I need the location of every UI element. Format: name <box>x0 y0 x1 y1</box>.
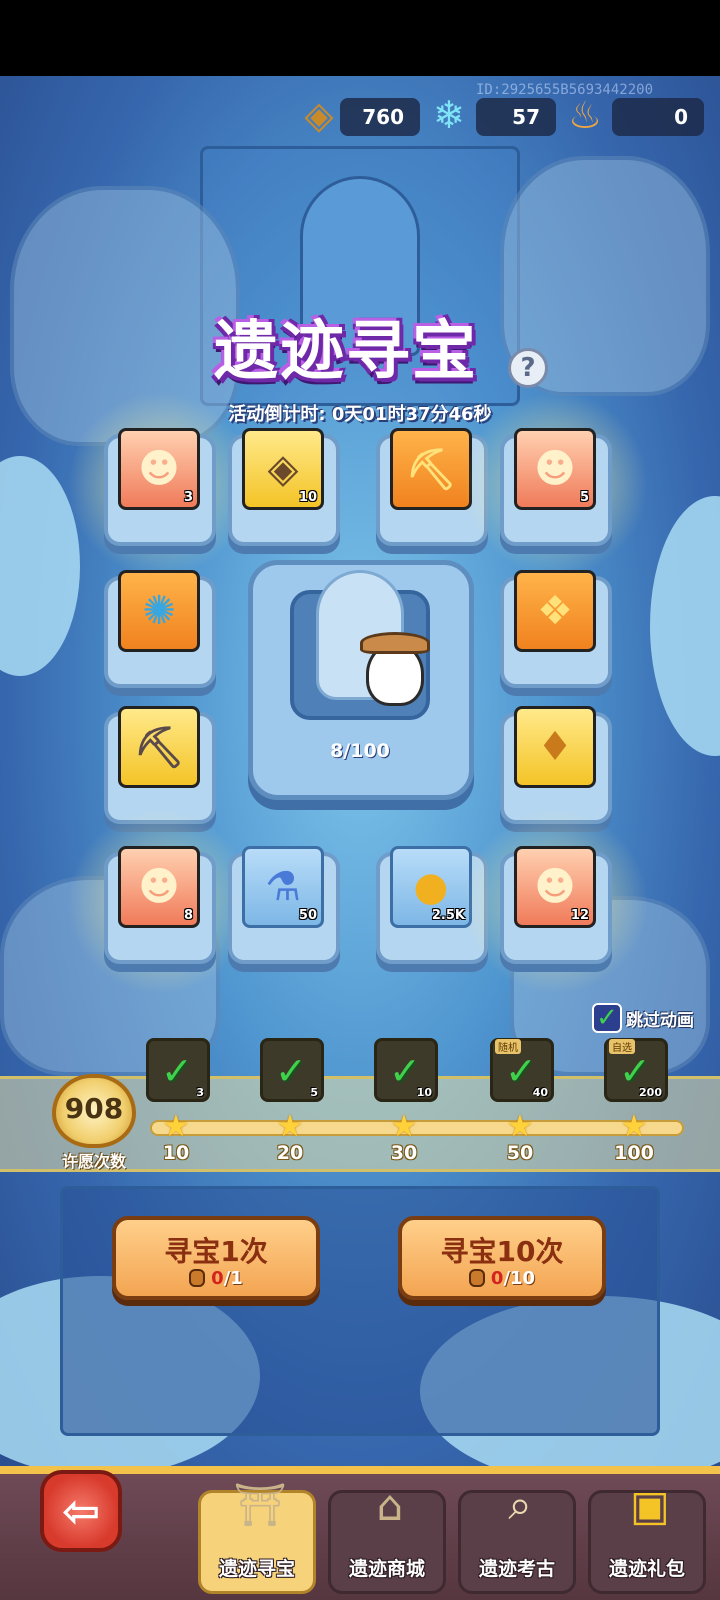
crystal-plus-icon[interactable]: ❄ <box>422 88 476 142</box>
wish-count: 908 <box>64 1092 124 1125</box>
reward-hero-shard[interactable]: ☻ 8 <box>118 846 200 928</box>
milestone-reward-count: 5 <box>310 1086 318 1099</box>
gold-bag-icon: ♦ <box>537 724 573 770</box>
status-bar <box>0 0 720 76</box>
tab-label: 遗迹商城 <box>348 1558 425 1580</box>
reward-pickaxe-iron[interactable]: ⛏ <box>118 706 200 788</box>
tab-treasure[interactable]: ⛩ 遗迹寻宝 <box>198 1480 316 1594</box>
milestone-star-icon: ★ <box>162 1109 190 1144</box>
milestone-threshold: 20 <box>276 1142 304 1164</box>
check-mark-icon: ✓ <box>389 1049 421 1093</box>
reward-hero-shard[interactable]: ☻ 5 <box>514 428 596 510</box>
milestone-star-icon: ★ <box>276 1109 304 1144</box>
milestone-reward-count: 40 <box>532 1086 548 1099</box>
cost-have: 0 <box>490 1268 504 1289</box>
button-label: 寻宝10次 <box>440 1235 564 1268</box>
potion-bottle-icon: ⚗ <box>265 864 301 910</box>
tab-gift[interactable]: ▣ 遗迹礼包 <box>588 1481 706 1594</box>
milestone-chest[interactable]: 自选 ✓ 200 <box>604 1038 668 1102</box>
treasure-hunt-1-button[interactable]: 寻宝1次 0/1 <box>112 1216 320 1300</box>
check-mark-icon: ✓ <box>275 1049 307 1093</box>
event-title: 遗迹寻宝 <box>214 315 478 389</box>
question-mark-icon[interactable]: ? <box>508 348 548 388</box>
treasure-pile-icon: ❖ <box>537 588 573 634</box>
hero-portrait-icon: ☻ <box>534 446 576 492</box>
checkbox-checked-icon[interactable]: ✓ <box>592 1003 622 1033</box>
reward-count: 5 <box>579 490 589 505</box>
resource-value: 760 <box>362 105 404 129</box>
milestone-star-icon: ★ <box>620 1109 648 1144</box>
reward-hero-shard[interactable]: ☻ 12 <box>514 846 596 928</box>
reward-hero-shard[interactable]: ☻ 3 <box>118 428 200 510</box>
milestone-chest[interactable]: 随机 ✓ 40 <box>490 1038 554 1102</box>
check-mark-icon: ✓ <box>505 1049 537 1093</box>
wish-count-badge: 908 许愿次数 <box>40 1070 148 1171</box>
milestone-reward-count: 200 <box>639 1086 662 1099</box>
treasure-chest-icon: ▣ <box>630 1480 670 1530</box>
milestone-threshold: 50 <box>506 1142 534 1164</box>
button-label: 寻宝1次 <box>164 1235 268 1268</box>
check-mark-icon: ✓ <box>619 1049 651 1093</box>
treasure-hunt-10-button[interactable]: 寻宝10次 0/10 <box>398 1216 606 1300</box>
tab-shop[interactable]: ⌂ 遗迹商城 <box>328 1481 446 1594</box>
cost-need: /10 <box>503 1268 536 1289</box>
button-cost: 0/10 <box>402 1268 602 1289</box>
hero-portrait-icon: ☻ <box>138 864 180 910</box>
explorer-hat-icon <box>360 632 430 654</box>
resource-rune-stone: 760 <box>340 98 420 136</box>
reward-count: 8 <box>183 908 193 923</box>
milestone-star-icon: ★ <box>506 1109 534 1144</box>
wish-label: 许愿次数 <box>61 1152 126 1171</box>
rune-stone-icon: ◈ <box>267 446 299 492</box>
milestone-threshold: 10 <box>162 1142 190 1164</box>
iron-pickaxe-icon: ⛏ <box>133 724 185 771</box>
reward-potion[interactable]: ⚗ 50 <box>242 846 324 928</box>
reward-skill-scroll[interactable]: ✺ <box>118 570 200 652</box>
lantern-icon <box>189 1269 206 1287</box>
rune-stone-icon: ◈ <box>304 93 334 137</box>
resource-value: 57 <box>512 105 540 129</box>
resource-crystal: 57 <box>476 98 556 136</box>
reward-count: 12 <box>570 908 589 923</box>
resource-value: 0 <box>674 105 688 129</box>
milestone-threshold: 100 <box>614 1142 654 1164</box>
tab-label: 遗迹寻宝 <box>218 1558 295 1580</box>
tab-archaeology[interactable]: ⌕ 遗迹考古 <box>458 1480 576 1594</box>
milestone-chest[interactable]: ✓ 5 <box>260 1038 324 1102</box>
skip-animation-toggle[interactable]: ✓ 跳过动画 <box>592 1003 694 1033</box>
skip-animation-label: 跳过动画 <box>626 1010 694 1031</box>
gold-coin-icon: ● <box>413 864 449 910</box>
milestone-star-icon: ★ <box>390 1109 418 1144</box>
back-arrow-icon[interactable]: ⇦ <box>40 1470 122 1552</box>
reward-gold-bag[interactable]: ♦ <box>514 706 596 788</box>
swirl-scroll-icon: ✺ <box>142 588 176 634</box>
reward-count: 10 <box>298 490 317 505</box>
cost-need: /1 <box>223 1268 243 1289</box>
milestone-reward-count: 10 <box>416 1086 432 1099</box>
cloud <box>650 496 720 756</box>
tab-label: 遗迹考古 <box>478 1558 555 1580</box>
gold-pickaxe-icon: ⛏ <box>405 446 457 493</box>
milestone-chest[interactable]: ✓ 10 <box>374 1038 438 1102</box>
tab-label: 遗迹礼包 <box>608 1558 685 1580</box>
ruins-shop-icon: ⌂ <box>376 1480 404 1530</box>
cost-have: 0 <box>211 1268 224 1289</box>
milestone-chest[interactable]: ✓ 3 <box>146 1038 210 1102</box>
reward-count: 3 <box>183 490 193 505</box>
hero-portrait-icon: ☻ <box>138 446 180 492</box>
lantern-icon <box>468 1269 485 1287</box>
milestone-reward-count: 3 <box>196 1086 204 1099</box>
milestone-threshold: 30 <box>390 1142 418 1164</box>
reward-treasure-pile[interactable]: ❖ <box>514 570 596 652</box>
resource-lantern: 0 <box>612 98 704 136</box>
hero-portrait-icon: ☻ <box>534 864 576 910</box>
check-mark-icon: ✓ <box>161 1049 193 1093</box>
altar-progress: 8/100 <box>330 740 390 762</box>
button-cost: 0/1 <box>116 1268 316 1289</box>
reward-count: 50 <box>298 908 317 923</box>
ruins-treasure-icon: ⛩ <box>233 1480 287 1529</box>
lantern-icon: ♨ <box>567 93 603 137</box>
reward-rune-stone[interactable]: ◈ 10 <box>242 428 324 510</box>
archaeology-map-icon: ⌕ <box>508 1480 532 1529</box>
